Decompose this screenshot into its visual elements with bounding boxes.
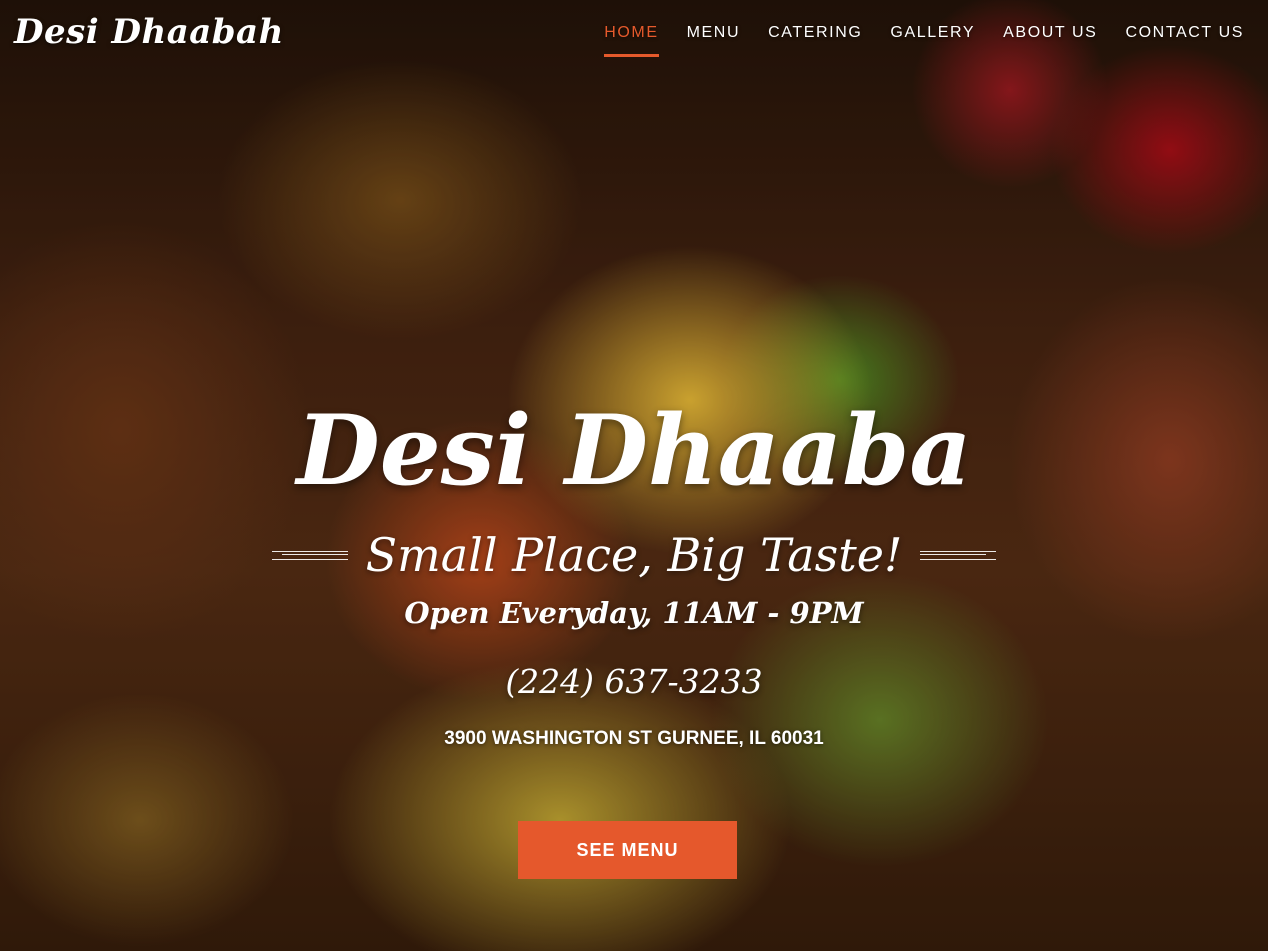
tagline-divider-left bbox=[271, 550, 348, 560]
see-menu-button[interactable]: SEE MENU bbox=[518, 821, 737, 879]
hero-title: Desi Dhaaba bbox=[296, 394, 972, 507]
opening-hours: Open Everyday, 11AM - 9PM bbox=[404, 596, 864, 630]
restaurant-address: 3900 WASHINGTON ST GURNEE, IL 60031 bbox=[444, 728, 824, 749]
tagline-divider-right bbox=[920, 550, 997, 560]
hero-tagline: Small Place, Big Taste! bbox=[365, 528, 903, 582]
hero-section: Desi Dhaaba Small Place, Big Taste! Open… bbox=[0, 0, 1268, 951]
tagline-row: Small Place, Big Taste! bbox=[0, 530, 1268, 581]
phone-number-link[interactable]: (224) 637-3233 bbox=[0, 662, 1268, 701]
